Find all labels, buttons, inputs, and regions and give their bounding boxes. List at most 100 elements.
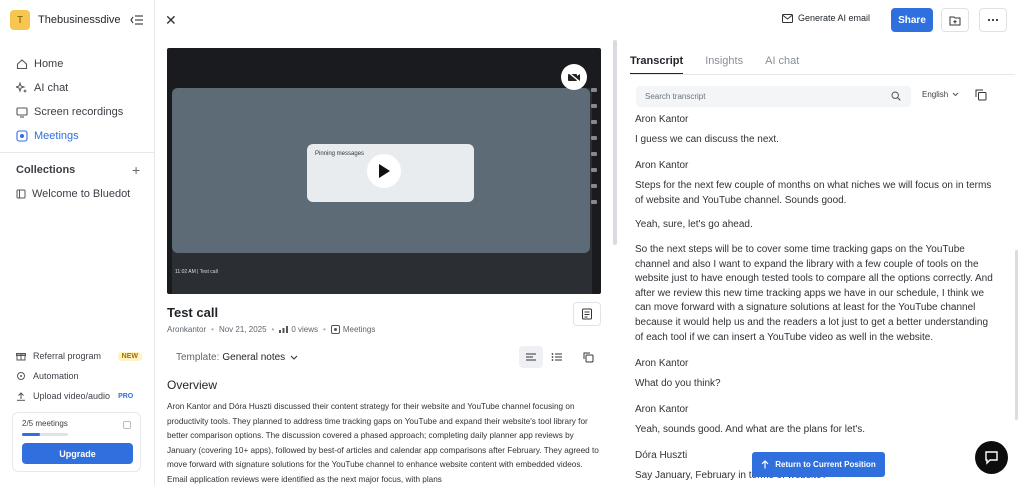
transcript-line[interactable]: Yeah, sounds good. And what are the plan… <box>635 423 995 438</box>
folder-plus-icon <box>949 16 961 25</box>
meeting-folder[interactable]: Meetings <box>343 325 375 334</box>
transcript-line[interactable]: Steps for the next few couple of months … <box>635 179 995 208</box>
collection-label: Welcome to Bluedot <box>32 188 131 200</box>
search-icon <box>891 91 901 101</box>
search-placeholder: Search transcript <box>645 92 706 101</box>
transcript-line[interactable]: Yeah, sure, let's go ahead. <box>635 218 995 233</box>
meeting-author: Aronkantor <box>167 325 207 334</box>
upload-label: Upload video/audio <box>33 391 111 401</box>
speaker-name: Aron Kantor <box>635 404 689 415</box>
overview-heading: Overview <box>167 378 218 392</box>
upgrade-button[interactable]: Upgrade <box>22 443 133 464</box>
mail-sparkle-icon <box>782 13 793 23</box>
new-badge: NEW <box>117 351 142 361</box>
meeting-views: 0 views <box>291 325 319 334</box>
automation-label: Automation <box>33 371 79 381</box>
video-call-time: 11:02 AM | Test call <box>175 269 218 275</box>
language-label: English <box>922 90 949 99</box>
collection-item[interactable]: Welcome to Bluedot <box>16 188 130 200</box>
speaker-name: Aron Kantor <box>635 160 689 171</box>
generate-ai-email-button[interactable]: Generate AI email <box>782 13 870 23</box>
collections-title: Collections <box>16 164 76 176</box>
views-chart-icon <box>279 326 289 333</box>
share-button[interactable]: Share <box>891 8 933 32</box>
transcript-line[interactable]: So the next steps will be to cover some … <box>635 243 995 345</box>
chevron-down-icon <box>290 355 298 360</box>
tabs-divider <box>630 74 1015 75</box>
move-to-folder-button[interactable] <box>941 8 969 32</box>
copy-transcript-icon[interactable] <box>975 89 987 101</box>
middle-scrollbar[interactable] <box>613 40 617 245</box>
video-dialog-title: Pinning messages <box>315 151 365 157</box>
close-icon[interactable]: ✕ <box>165 12 177 29</box>
pdf-icon <box>582 308 592 320</box>
nav-item-ai-chat[interactable]: AI chat <box>16 76 123 100</box>
transcript-line[interactable]: What do you think? <box>635 377 995 392</box>
transcript-scrollbar[interactable] <box>1015 250 1018 420</box>
meeting-date: Nov 21, 2025 <box>218 325 267 334</box>
chevron-down-icon <box>952 92 959 97</box>
overview-body: Aron Kantor and Dóra Huszti discussed th… <box>167 402 599 484</box>
support-chat-button[interactable] <box>975 441 1008 474</box>
referral-label: Referral program <box>33 351 102 361</box>
camera-off-button[interactable] <box>561 64 587 90</box>
pro-badge: PRO <box>118 392 134 400</box>
nav-label: Home <box>34 58 64 70</box>
automation-icon <box>16 371 26 381</box>
more-icon <box>987 18 999 22</box>
referral-program-link[interactable]: Referral program NEW <box>16 346 142 366</box>
nav-item-home[interactable]: Home <box>16 52 123 76</box>
search-transcript-input[interactable]: Search transcript <box>636 86 911 107</box>
video-side-toolbar <box>591 88 597 216</box>
home-icon <box>16 58 28 70</box>
video-frame: Pinning messages 11:02 AM | Test call <box>172 88 592 294</box>
workspace-switcher[interactable]: T Thebusinessdive <box>10 10 121 30</box>
app-root: T Thebusinessdive Home AI chat Screen re… <box>0 0 1020 485</box>
tab-transcript[interactable]: Transcript <box>630 55 684 75</box>
collapse-sidebar-icon[interactable] <box>130 14 144 26</box>
nav-item-meetings[interactable]: Meetings <box>16 124 123 148</box>
upload-icon <box>16 391 26 401</box>
nav-label: Screen recordings <box>34 106 124 118</box>
screen-icon <box>16 106 28 118</box>
copy-notes-button[interactable] <box>576 346 600 368</box>
meeting-meta: Aronkantor • Nov 21, 2025 • 0 views • Me… <box>167 325 376 334</box>
transcript-tabs: Transcript Insights AI chat <box>630 55 821 75</box>
lock-icon <box>123 421 131 429</box>
sidebar-divider <box>0 152 155 153</box>
list-view-button[interactable] <box>545 346 569 368</box>
video-player[interactable]: Pinning messages 11:02 AM | Test call <box>167 48 601 294</box>
align-left-icon <box>526 353 536 361</box>
camera-off-icon <box>567 71 581 83</box>
gift-icon <box>16 351 26 361</box>
speaker-name: Aron Kantor <box>635 358 689 369</box>
arrow-up-icon <box>761 460 769 469</box>
paragraph-view-button[interactable] <box>519 346 543 368</box>
automation-link[interactable]: Automation <box>16 366 142 386</box>
return-label: Return to Current Position <box>775 460 876 469</box>
bottom-links: Referral program NEW Automation Upload v… <box>16 346 142 406</box>
more-options-button[interactable] <box>979 8 1007 32</box>
upload-link[interactable]: Upload video/audio PRO <box>16 386 142 406</box>
sidebar: T Thebusinessdive Home AI chat Screen re… <box>0 0 155 485</box>
nav-item-screen-recordings[interactable]: Screen recordings <box>16 100 123 124</box>
template-value: General notes <box>222 351 286 363</box>
meetings-icon <box>16 130 28 142</box>
export-pdf-button[interactable] <box>573 302 601 326</box>
transcript-line[interactable]: I guess we can discuss the next. <box>635 133 995 148</box>
play-button[interactable] <box>367 154 401 188</box>
add-collection-icon[interactable]: + <box>132 162 140 178</box>
meeting-title: Test call <box>167 305 219 320</box>
speaker-name: Aron Kantor <box>635 114 689 125</box>
workspace-avatar: T <box>10 10 30 30</box>
nav-label: AI chat <box>34 82 69 94</box>
quota-text: 2/5 meetings <box>22 419 68 428</box>
tab-ai-chat[interactable]: AI chat <box>765 55 799 75</box>
meetings-quota-card: 2/5 meetings Upgrade <box>12 412 141 472</box>
play-icon <box>379 164 390 178</box>
template-selector[interactable]: Template: General notes <box>167 346 305 368</box>
return-to-current-position-button[interactable]: Return to Current Position <box>752 452 885 477</box>
chat-bubble-icon <box>985 451 998 465</box>
tab-insights[interactable]: Insights <box>705 55 743 75</box>
language-selector[interactable]: English <box>922 90 959 99</box>
